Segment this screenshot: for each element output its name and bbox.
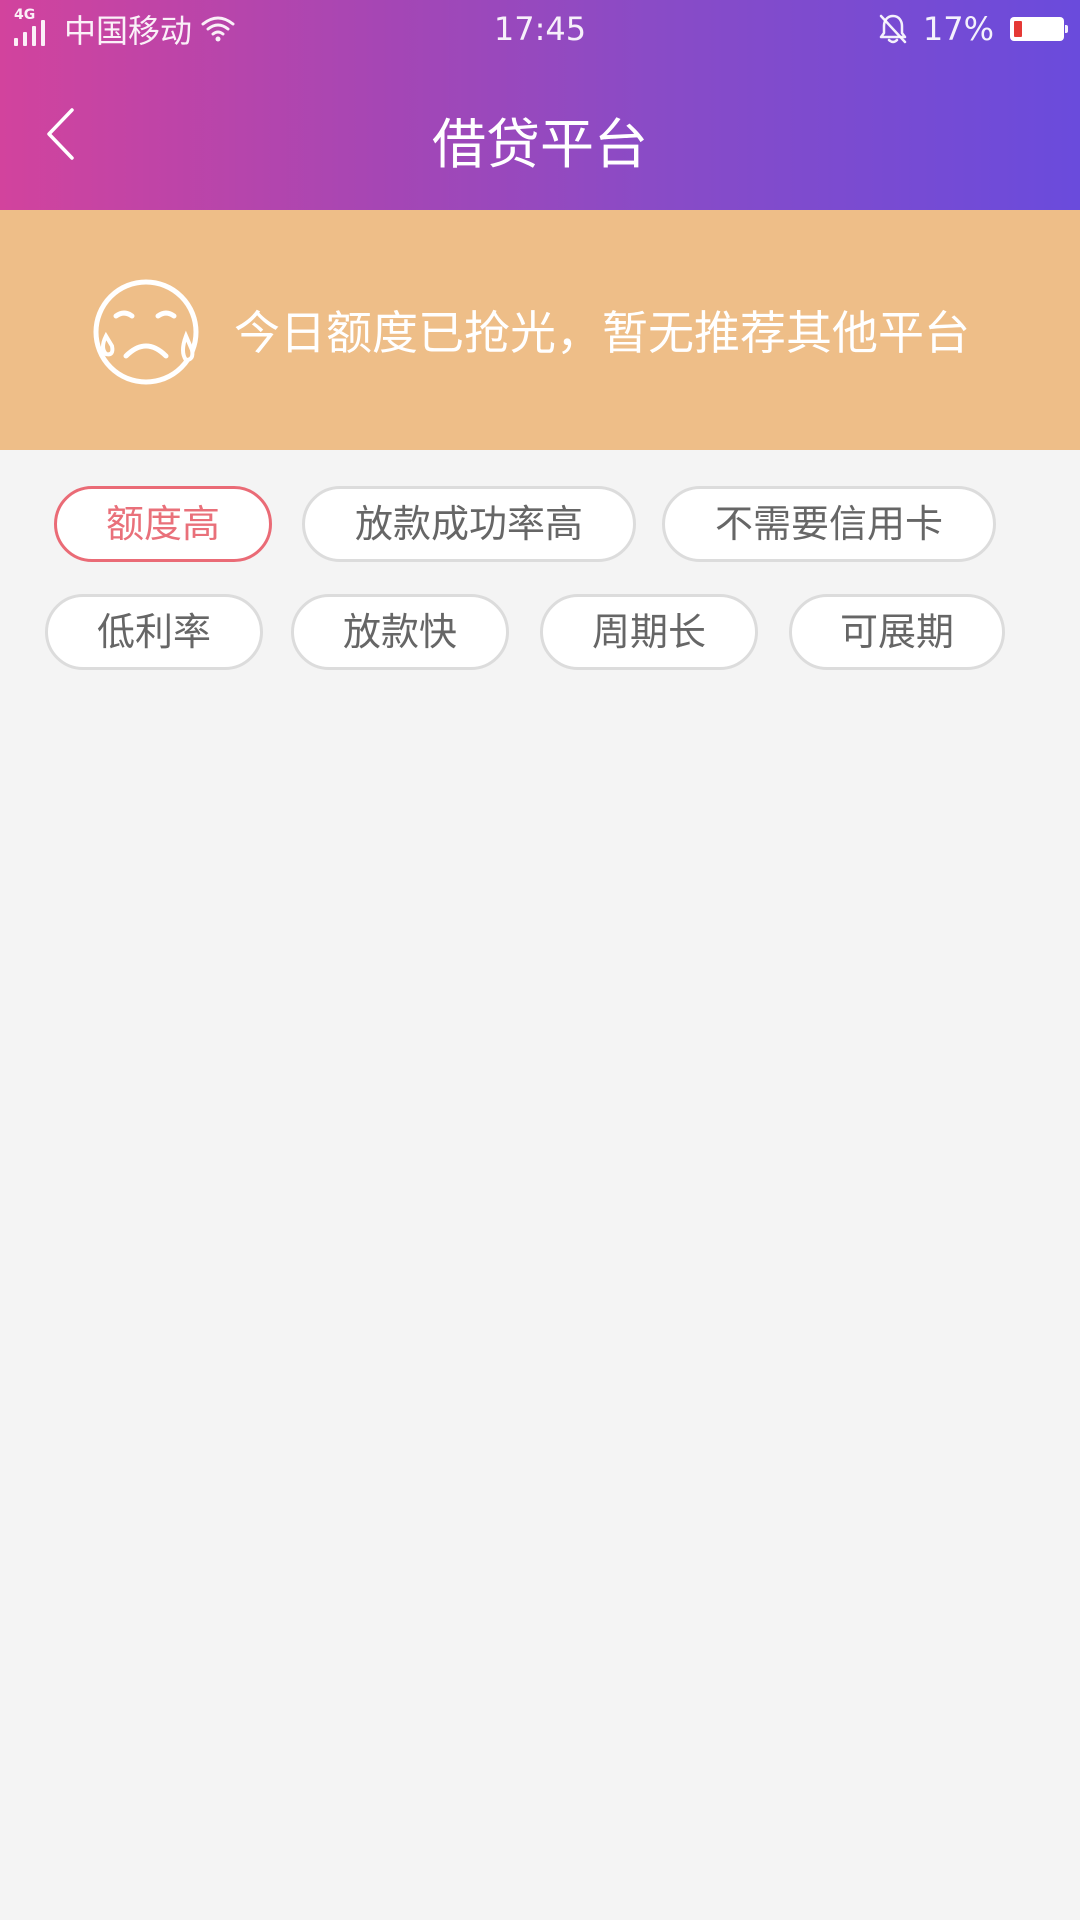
notice-text: 今日额度已抢光，暂无推荐其他平台 (234, 306, 970, 360)
tag-low-interest[interactable]: 低利率 (45, 594, 263, 670)
status-right: 17% (877, 8, 1068, 50)
tag-high-success-rate[interactable]: 放款成功率高 (302, 486, 636, 562)
tag-extendable[interactable]: 可展期 (789, 594, 1005, 670)
status-bar: 4G 中国移动 17:45 17% (0, 0, 1080, 58)
page-title: 借贷平台 (432, 113, 648, 176)
app-header: 4G 中国移动 17:45 17% 借贷平台 (0, 0, 1080, 210)
battery-icon (1010, 17, 1068, 41)
battery-percent: 17% (922, 10, 994, 48)
notice-banner: 今日额度已抢光，暂无推荐其他平台 (0, 210, 1080, 450)
battery-fill (1014, 21, 1022, 37)
sad-face-icon (93, 279, 199, 385)
bell-off-icon (879, 14, 907, 44)
tag-high-limit[interactable]: 额度高 (54, 486, 272, 562)
tag-no-credit-card[interactable]: 不需要信用卡 (662, 486, 996, 562)
tag-fast-payout[interactable]: 放款快 (291, 594, 509, 670)
tag-long-period[interactable]: 周期长 (540, 594, 758, 670)
